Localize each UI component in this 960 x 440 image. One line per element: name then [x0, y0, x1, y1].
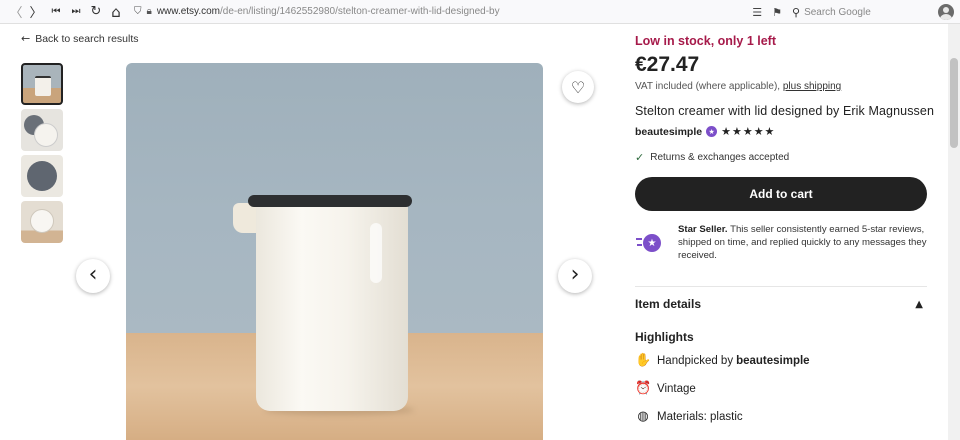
url-text[interactable]: www.etsy.com/de-en/listing/1462552980/st… [157, 6, 500, 17]
profile-avatar-icon[interactable] [938, 4, 954, 20]
back-arrow-icon[interactable]: 〈 [6, 2, 26, 22]
thumbnail-4[interactable] [21, 201, 63, 243]
star-seller-icon: ★ [636, 232, 666, 254]
star-icon: ★ [643, 234, 661, 252]
highlight-label: Materials: plastic [657, 410, 743, 423]
highlight-label: Handpicked by [657, 354, 734, 367]
scrollbar-thumb[interactable] [950, 58, 958, 148]
url-path: /de-en/listing/1462552980/stelton-creame… [220, 6, 500, 17]
creamer-glare [370, 223, 382, 283]
star-seller-badge-icon: ★ [706, 126, 718, 137]
thumbnail-creamer-image [35, 76, 51, 96]
shield-icon[interactable]: ⛉ [134, 6, 142, 17]
highlight-value[interactable]: beautesimple [736, 355, 810, 367]
check-icon: ✓ [635, 151, 645, 164]
price: €27.47 [635, 53, 700, 76]
search-input[interactable]: ⚲ Search Google [792, 3, 932, 21]
add-to-cart-button[interactable]: Add to cart [635, 177, 927, 211]
heart-icon: ♡ [570, 77, 586, 97]
first-page-icon[interactable]: ⏮ [46, 2, 66, 22]
home-icon[interactable]: ⌂ [106, 2, 126, 22]
returns-text: Returns & exchanges accepted [650, 152, 790, 163]
thumbnail-base-image [34, 123, 58, 147]
hand-icon: ✋ [635, 353, 652, 368]
next-image-button[interactable]: › [558, 259, 592, 293]
address-bar[interactable]: ⛉ 🔒︎ www.etsy.com/de-en/listing/14625529… [134, 2, 774, 21]
lock-icon[interactable]: 🔒︎ [147, 6, 152, 17]
alarm-clock-icon: ⏰ [635, 381, 652, 396]
seller-name[interactable]: beautesimple [635, 126, 702, 138]
reload-icon[interactable]: ↻ [86, 2, 106, 22]
rating-stars-icon[interactable]: ★★★★★ [721, 125, 775, 138]
main-product-image[interactable] [126, 63, 543, 440]
browser-toolbar: 〈 〉 ⏮ ⏭ ↻ ⌂ ⛉ 🔒︎ www.etsy.com/de-en/list… [0, 0, 960, 24]
creamer-spout [233, 203, 257, 233]
toolbar-right: ☰ ⚑ ⚲ Search Google [752, 0, 960, 24]
thumbnail-1[interactable] [21, 63, 63, 105]
forward-arrow-icon[interactable]: 〉 [26, 2, 46, 22]
product-title: Stelton creamer with lid designed by Eri… [635, 104, 934, 118]
chevron-left-icon: ‹ [88, 261, 98, 287]
chevron-right-icon: › [570, 261, 580, 287]
highlight-vintage: ⏰ Vintage [635, 381, 696, 396]
reader-view-icon[interactable]: ☰ [752, 6, 762, 19]
creamer-body [256, 201, 408, 411]
star-seller-label: Star Seller. [678, 224, 728, 235]
chevron-up-icon: ▲ [915, 298, 923, 310]
shipping-link[interactable]: plus shipping [783, 81, 841, 92]
creamer-lid [248, 195, 412, 207]
star-seller-icon-line [637, 244, 642, 246]
previous-image-button[interactable]: ‹ [76, 259, 110, 293]
vat-info: VAT included (where applicable), plus sh… [635, 81, 841, 92]
thumbnail-lid-top-image [27, 161, 57, 191]
item-details-toggle[interactable]: Item details ▲ [635, 297, 927, 311]
item-details-label: Item details [635, 297, 702, 311]
star-seller-icon-line [636, 238, 642, 240]
arrow-left-icon: ← [21, 32, 31, 45]
materials-icon: ◍ [637, 409, 649, 424]
bookmark-icon[interactable]: ⚑ [772, 6, 782, 19]
url-host: www.etsy.com [156, 6, 220, 17]
search-placeholder: Search Google [804, 6, 871, 18]
last-page-icon[interactable]: ⏭ [66, 2, 86, 22]
vat-text: VAT included (where applicable), [635, 81, 781, 92]
thumbnail-2[interactable] [21, 109, 63, 151]
back-link-label: Back to search results [35, 32, 139, 45]
star-seller-text: Star Seller. This seller consistently ea… [678, 223, 928, 262]
back-to-search-link[interactable]: ← Back to search results [21, 32, 139, 45]
highlights-heading: Highlights [635, 330, 694, 344]
highlight-handpicked: ✋ Handpicked by beautesimple [635, 353, 810, 368]
favorite-button[interactable]: ♡ [562, 71, 594, 103]
returns-policy: ✓ Returns & exchanges accepted [635, 151, 789, 164]
highlight-materials: ◍ Materials: plastic [635, 409, 743, 424]
seller-row: beautesimple ★ ★★★★★ [635, 125, 775, 138]
thumbnail-bottom-image [30, 209, 54, 233]
thumbnail-3[interactable] [21, 155, 63, 197]
stock-notice: Low in stock, only 1 left [635, 34, 776, 48]
search-icon: ⚲ [792, 5, 801, 19]
highlight-label: Vintage [657, 382, 696, 395]
divider [635, 286, 927, 287]
